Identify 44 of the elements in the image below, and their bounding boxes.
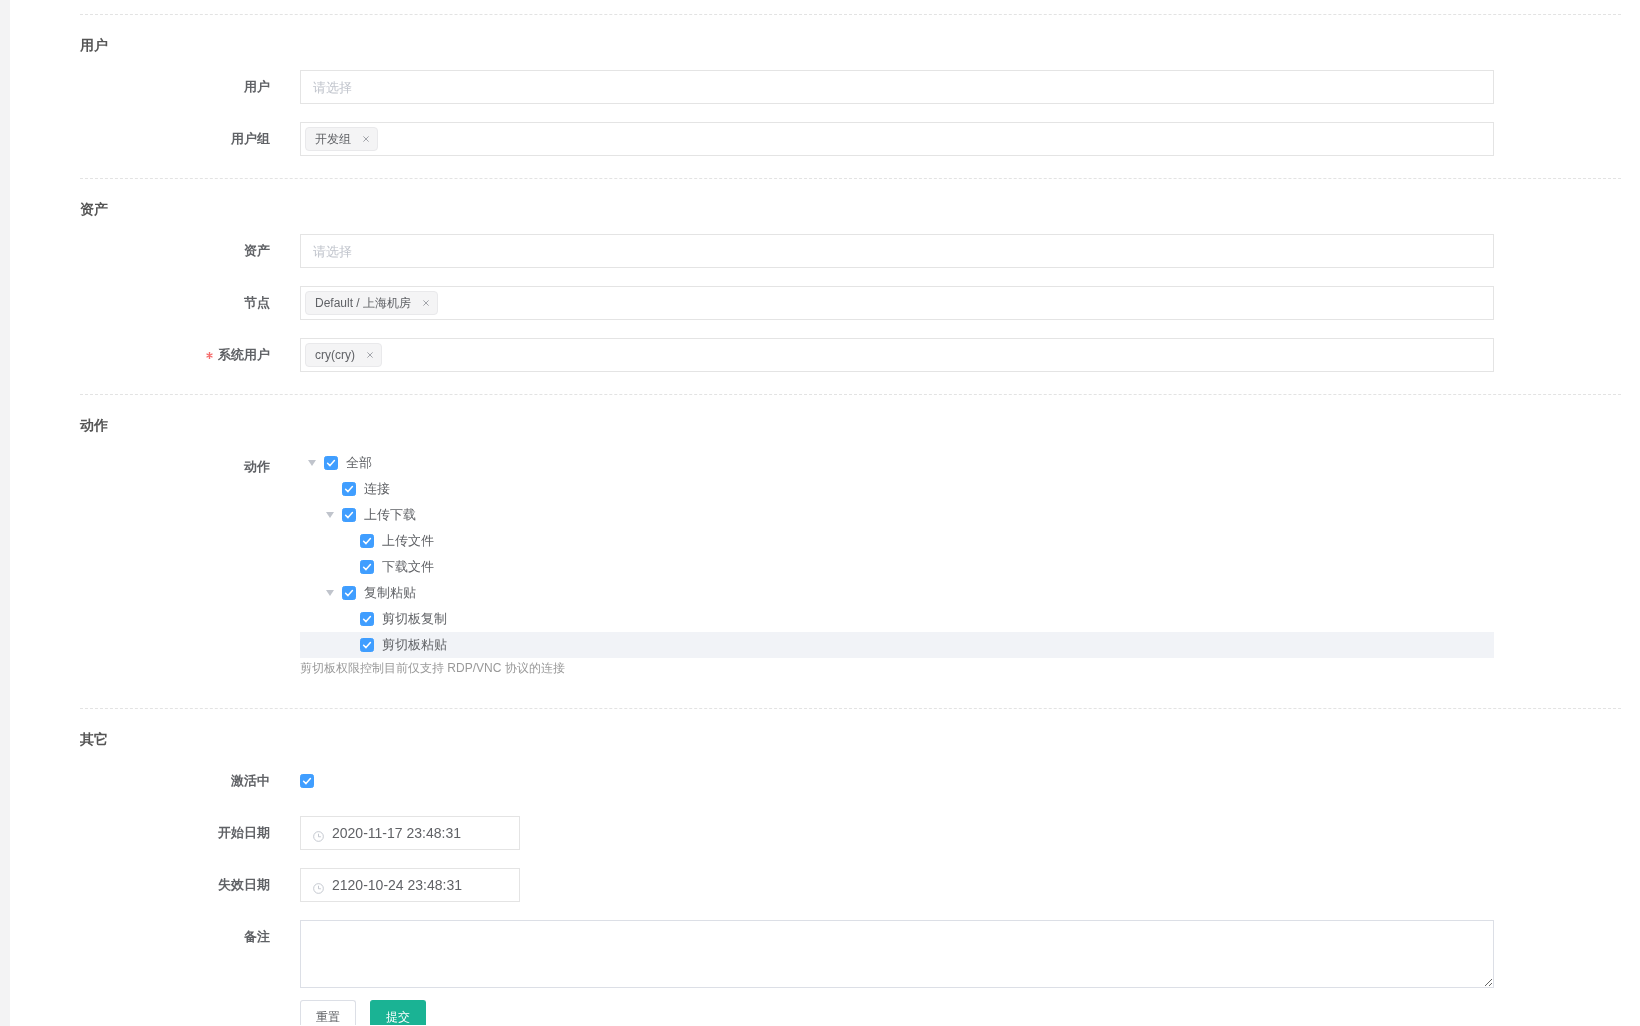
field-label: 开始日期 (218, 824, 270, 842)
checkbox[interactable] (300, 774, 314, 788)
checkbox[interactable] (342, 586, 356, 600)
caret-icon[interactable] (326, 590, 334, 596)
selected-tag[interactable]: 开发组 (305, 127, 378, 151)
checkbox[interactable] (360, 534, 374, 548)
caret-icon[interactable] (308, 460, 316, 466)
section-title: 用户 (80, 36, 109, 54)
field-label: 用户组 (231, 130, 270, 148)
date-field[interactable]: 2120-10-24 23:48:31 (300, 868, 520, 902)
section-title: 动作 (80, 416, 109, 434)
hint-text: 剪切板权限控制目前仅支持 RDP/VNC 协议的连接 (300, 660, 565, 677)
field-label: 激活中 (231, 772, 270, 790)
field-label: 失效日期 (218, 876, 270, 894)
clock-icon (313, 830, 324, 842)
checkbox[interactable] (342, 482, 356, 496)
tree-node[interactable]: 剪切板粘贴 (300, 632, 1494, 658)
select-field[interactable]: 请选择 (300, 234, 1494, 268)
field-label: 用户 (244, 78, 270, 96)
select-field[interactable]: Default / 上海机房 (300, 286, 1494, 320)
field-label: 资产 (244, 242, 270, 260)
close-icon[interactable] (367, 352, 373, 358)
close-icon[interactable] (423, 300, 430, 306)
reset-button[interactable]: 重置 (300, 1000, 356, 1025)
field-label: 节点 (244, 294, 270, 312)
caret-icon[interactable] (326, 512, 334, 518)
select-field[interactable]: cry(cry) (300, 338, 1494, 372)
select-field[interactable]: 请选择 (300, 70, 1494, 104)
selected-tag[interactable]: Default / 上海机房 (305, 291, 439, 315)
field-label: 动作 (244, 458, 270, 476)
select-field[interactable]: 开发组 (300, 122, 1494, 156)
clock-icon (313, 882, 324, 894)
checkbox[interactable] (342, 508, 356, 522)
selected-tag[interactable]: cry(cry) (305, 343, 382, 367)
checkbox[interactable] (360, 638, 374, 652)
checkbox[interactable] (360, 612, 374, 626)
close-icon[interactable] (363, 136, 369, 142)
section-title: 其它 (80, 730, 109, 748)
field-label: 备注 (244, 928, 270, 946)
date-field[interactable]: 2020-11-17 23:48:31 (300, 816, 520, 850)
checkbox[interactable] (324, 456, 338, 470)
section-title: 资产 (80, 200, 109, 218)
checkbox[interactable] (360, 560, 374, 574)
field-label: 系统用户 (218, 346, 270, 364)
